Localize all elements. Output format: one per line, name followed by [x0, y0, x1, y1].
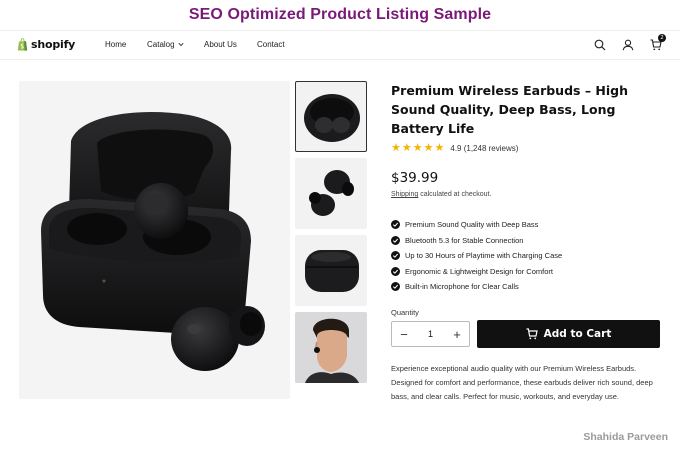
quantity-increase-button[interactable]: + — [445, 322, 469, 346]
shopify-logo[interactable]: shopify — [17, 38, 75, 51]
banner-title: SEO Optimized Product Listing Sample — [188, 6, 492, 23]
feature-text: Up to 30 Hours of Playtime with Charging… — [405, 251, 563, 261]
chevron-down-icon — [178, 42, 184, 47]
product-info: Premium Wireless Earbuds – High Sound Qu… — [391, 81, 663, 401]
account-icon[interactable] — [622, 38, 634, 51]
shipping-note-text: calculated at checkout. — [418, 191, 492, 198]
site-header: shopify Home Catalog About Us Contact 2 — [0, 30, 680, 60]
loose-earbuds-icon — [309, 170, 354, 216]
product-description: Experience exceptional audio quality wit… — [391, 364, 653, 401]
search-icon[interactable] — [594, 38, 606, 51]
nav-contact[interactable]: Contact — [257, 40, 297, 49]
check-circle-icon — [391, 251, 400, 261]
feature-item: Ergonomic & Lightweight Design for Comfo… — [391, 264, 562, 280]
add-to-cart-label: Add to Cart — [543, 328, 612, 340]
feature-text: Built-in Microphone for Clear Calls — [405, 282, 519, 292]
feature-text: Ergonomic & Lightweight Design for Comfo… — [405, 266, 553, 276]
header-actions: 2 — [594, 34, 666, 51]
nav-catalog-label: Catalog — [147, 40, 175, 49]
thumbnail-model-wearing[interactable] — [295, 312, 367, 383]
check-circle-icon — [391, 220, 400, 230]
star-icon: ★ — [401, 142, 412, 154]
author-watermark: Shahida Parveen — [583, 431, 668, 443]
star-icon: ★ — [412, 142, 423, 154]
check-circle-icon — [391, 282, 400, 292]
cart-icon[interactable]: 2 — [650, 34, 666, 51]
quantity-label: Quantity — [391, 308, 419, 317]
cart-icon — [526, 328, 538, 340]
check-circle-icon — [391, 235, 400, 245]
cart-count-badge: 2 — [658, 34, 666, 42]
nav-catalog[interactable]: Catalog — [147, 40, 184, 49]
star-icon: ★ — [423, 142, 434, 154]
shipping-link[interactable]: Shipping — [391, 191, 418, 198]
product-rating[interactable]: ★ ★ ★ ★ ★ 4.9 (1,248 reviews) — [391, 143, 518, 154]
quantity-input[interactable]: 1 — [416, 329, 445, 339]
shopify-bag-icon — [17, 38, 28, 51]
feature-item: Up to 30 Hours of Playtime with Charging… — [391, 248, 562, 264]
feature-text: Premium Sound Quality with Deep Bass — [405, 220, 539, 230]
quantity-stepper: − 1 + — [391, 321, 470, 347]
nav-about-us[interactable]: About Us — [204, 40, 254, 49]
rating-text: 4.9 (1,248 reviews) — [450, 144, 519, 153]
feature-list: Premium Sound Quality with Deep Bass Blu… — [391, 217, 562, 295]
case-closed-icon — [305, 250, 359, 292]
nav-about-label: About Us — [204, 40, 237, 49]
rating-stars: ★ ★ ★ ★ ★ — [391, 143, 444, 154]
feature-item: Built-in Microphone for Clear Calls — [391, 279, 562, 295]
model-wearing-earbud-icon — [295, 312, 367, 383]
earbuds-case-illustration — [41, 112, 265, 371]
case-open-icon — [304, 94, 360, 142]
thumbnail-loose-earbuds[interactable] — [295, 158, 367, 229]
thumbnail-case-open[interactable] — [295, 81, 367, 152]
nav-home[interactable]: Home — [105, 40, 126, 49]
shipping-note: Shipping calculated at checkout. — [391, 191, 491, 198]
nav-home-label: Home — [105, 40, 127, 49]
feature-item: Bluetooth 5.3 for Stable Connection — [391, 233, 562, 249]
add-to-cart-button[interactable]: Add to Cart — [477, 320, 660, 348]
quantity-decrease-button[interactable]: − — [392, 322, 416, 346]
star-icon: ★ — [391, 142, 401, 154]
logo-text: shopify — [31, 38, 76, 51]
feature-item: Premium Sound Quality with Deep Bass — [391, 217, 562, 233]
thumbnail-case-closed[interactable] — [295, 235, 367, 306]
feature-text: Bluetooth 5.3 for Stable Connection — [405, 235, 524, 245]
product-price: $39.99 — [391, 170, 439, 186]
nav-contact-label: Contact — [257, 40, 285, 49]
check-circle-icon — [391, 266, 400, 276]
main-product-image[interactable] — [19, 81, 290, 399]
product-title: Premium Wireless Earbuds – High Sound Qu… — [391, 83, 629, 136]
star-icon: ★ — [434, 142, 445, 154]
